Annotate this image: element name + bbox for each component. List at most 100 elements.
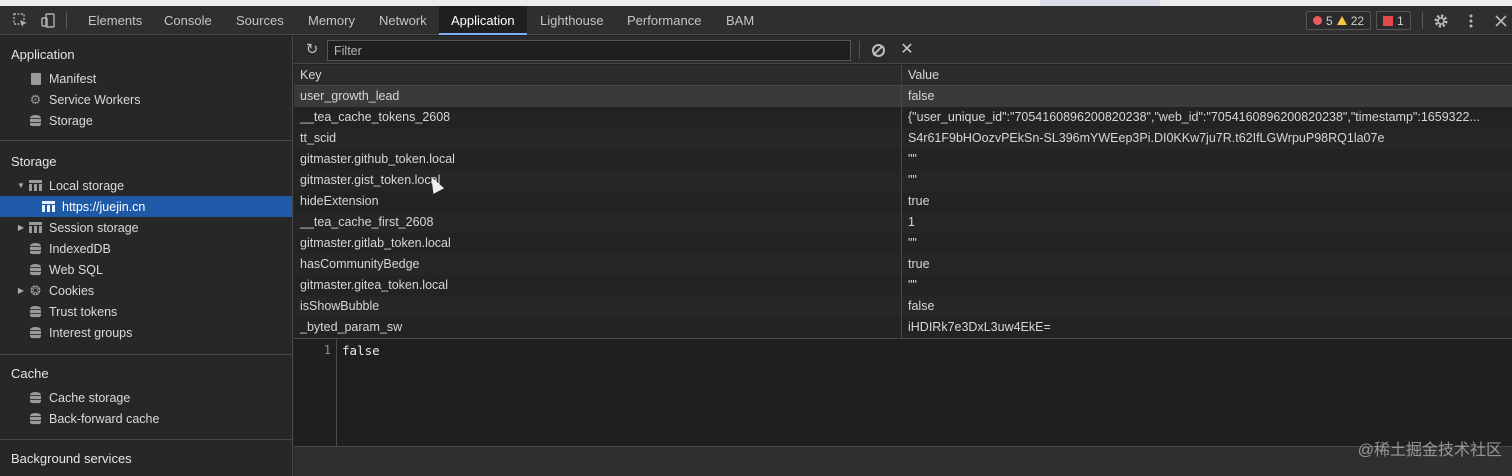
row-value[interactable]: {"user_unique_id":"7054160896200820238",… — [901, 107, 1512, 128]
sidebar-item-label: Manifest — [49, 71, 97, 86]
database-icon — [29, 391, 42, 404]
sidebar-item-juejin-origin[interactable]: https://juejin.cn — [0, 196, 292, 217]
sidebar-item-label: Service Workers — [49, 92, 141, 107]
column-header-value[interactable]: Value — [901, 65, 1512, 86]
row-value[interactable]: false — [901, 296, 1512, 317]
tab-sources[interactable]: Sources — [224, 6, 296, 35]
tab-lighthouse[interactable]: Lighthouse — [528, 6, 616, 35]
toolbar-divider — [859, 41, 860, 59]
cookie-icon: ❂ — [30, 283, 41, 298]
sidebar-item-interest-groups[interactable]: Interest groups — [0, 322, 292, 343]
sidebar-divider — [0, 140, 292, 141]
sidebar-divider — [0, 354, 292, 355]
sidebar-divider — [0, 439, 292, 440]
error-count: 5 — [1326, 13, 1333, 28]
table-row[interactable]: __tea_cache_tokens_2608 {"user_unique_id"… — [294, 107, 1512, 128]
warning-icon — [1336, 16, 1347, 25]
gear-icon[interactable] — [1430, 6, 1452, 35]
table-row[interactable]: user_growth_lead false — [294, 86, 1512, 107]
sidebar-item-local-storage[interactable]: ▼ Local storage — [0, 175, 292, 196]
sidebar-item-label: Web SQL — [49, 262, 103, 277]
row-key[interactable]: tt_scid — [294, 128, 900, 149]
row-key[interactable]: hideExtension — [294, 191, 900, 212]
sidebar-item-cache-storage[interactable]: Cache storage — [0, 387, 292, 408]
sidebar-item-label: Session storage — [49, 220, 139, 235]
row-value[interactable]: iHDIRk7e3DxL3uw4EkE= — [901, 317, 1512, 338]
sidebar-item-label: Cookies — [49, 283, 95, 298]
table-row[interactable]: isShowBubble false — [294, 296, 1512, 317]
table-row[interactable]: __tea_cache_first_2608 1 — [294, 212, 1512, 233]
row-value[interactable]: "" — [901, 275, 1512, 296]
sidebar-item-label: Cache storage — [49, 390, 131, 405]
column-header-key[interactable]: Key — [294, 65, 900, 86]
filter-input[interactable] — [327, 40, 851, 61]
row-key[interactable]: isShowBubble — [294, 296, 900, 317]
storage-toolbar: ↻ ✕ — [294, 36, 1512, 64]
watermark: @稀土掘金技术社区 — [1357, 442, 1502, 459]
tab-application[interactable]: Application — [439, 6, 527, 35]
error-icon — [1313, 16, 1322, 25]
more-options-icon[interactable] — [1460, 6, 1482, 35]
sidebar-item-storage[interactable]: Storage — [0, 110, 292, 131]
sidebar-item-service-workers[interactable]: ⚙ Service Workers — [0, 89, 292, 110]
device-toolbar-icon[interactable] — [37, 6, 59, 35]
row-value[interactable]: true — [901, 191, 1512, 212]
database-icon — [29, 326, 42, 339]
row-key[interactable]: user_growth_lead — [294, 86, 900, 107]
row-value[interactable]: S4r61F9bHOozvPEkSn-SL396mYWEep3Pi.DI0KKw… — [901, 128, 1512, 149]
row-key[interactable]: gitmaster.gist_token.local — [294, 170, 900, 191]
row-value[interactable]: "" — [901, 149, 1512, 170]
row-value[interactable]: "" — [901, 233, 1512, 254]
row-key[interactable]: __tea_cache_first_2608 — [294, 212, 900, 233]
expanded-arrow-icon[interactable]: ▼ — [15, 181, 27, 190]
sidebar-item-session-storage[interactable]: ▶ Session storage — [0, 217, 292, 238]
gear-icon: ⚙ — [29, 92, 42, 107]
collapsed-arrow-icon[interactable]: ▶ — [15, 286, 27, 295]
row-key[interactable]: gitmaster.github_token.local — [294, 149, 900, 170]
row-value[interactable]: "" — [901, 170, 1512, 191]
row-value[interactable]: true — [901, 254, 1512, 275]
table-row[interactable]: hasCommunityBedge true — [294, 254, 1512, 275]
row-key[interactable]: hasCommunityBedge — [294, 254, 900, 275]
close-devtools-icon[interactable] — [1490, 6, 1512, 35]
tab-performance[interactable]: Performance — [615, 6, 713, 35]
preview-statusbar — [294, 446, 1512, 476]
refresh-icon[interactable]: ↻ — [303, 41, 321, 59]
console-counts-button[interactable]: 5 22 — [1306, 11, 1372, 30]
sidebar-item-trust-tokens[interactable]: Trust tokens — [0, 301, 292, 322]
sidebar-item-cookies[interactable]: ▶ ❂ Cookies — [0, 280, 292, 301]
sidebar-item-web-sql[interactable]: Web SQL — [0, 259, 292, 280]
tab-console[interactable]: Console — [152, 6, 224, 35]
delete-selected-icon[interactable]: ✕ — [898, 40, 916, 60]
tab-bam[interactable]: BAM — [714, 6, 766, 35]
table-row[interactable]: gitmaster.gist_token.local "" — [294, 170, 1512, 191]
table-row[interactable]: gitmaster.gitea_token.local "" — [294, 275, 1512, 296]
devtools-tabbar: Elements Console Sources Memory Network … — [0, 6, 1512, 35]
table-row[interactable]: gitmaster.github_token.local "" — [294, 149, 1512, 170]
row-key[interactable]: gitmaster.gitea_token.local — [294, 275, 900, 296]
toolbar-divider — [1422, 12, 1423, 29]
collapsed-arrow-icon[interactable]: ▶ — [15, 223, 27, 232]
sidebar-item-back-forward-cache[interactable]: Back-forward cache — [0, 408, 292, 429]
issues-button[interactable]: 1 — [1376, 11, 1411, 30]
sidebar-heading-cache: Cache — [11, 366, 49, 381]
tab-network[interactable]: Network — [367, 6, 439, 35]
table-row[interactable]: hideExtension true — [294, 191, 1512, 212]
table-body: user_growth_lead false __tea_cache_tokens_… — [294, 86, 1512, 338]
row-key[interactable]: gitmaster.gitlab_token.local — [294, 233, 900, 254]
table-icon — [29, 179, 42, 192]
database-icon — [29, 263, 42, 276]
inspect-element-icon[interactable] — [9, 6, 31, 35]
row-value[interactable]: 1 — [901, 212, 1512, 233]
clear-all-icon[interactable] — [869, 41, 887, 59]
sidebar-item-manifest[interactable]: Manifest — [0, 68, 292, 89]
row-key[interactable]: __tea_cache_tokens_2608 — [294, 107, 900, 128]
tab-elements[interactable]: Elements — [76, 6, 154, 35]
table-row[interactable]: _byted_param_sw iHDIRk7e3DxL3uw4EkE= — [294, 317, 1512, 338]
sidebar-item-indexeddb[interactable]: IndexedDB — [0, 238, 292, 259]
table-row[interactable]: gitmaster.gitlab_token.local "" — [294, 233, 1512, 254]
tab-memory[interactable]: Memory — [296, 6, 367, 35]
row-key[interactable]: _byted_param_sw — [294, 317, 900, 338]
table-row[interactable]: tt_scid S4r61F9bHOozvPEkSn-SL396mYWEep3Pi… — [294, 128, 1512, 149]
row-value[interactable]: false — [901, 86, 1512, 107]
